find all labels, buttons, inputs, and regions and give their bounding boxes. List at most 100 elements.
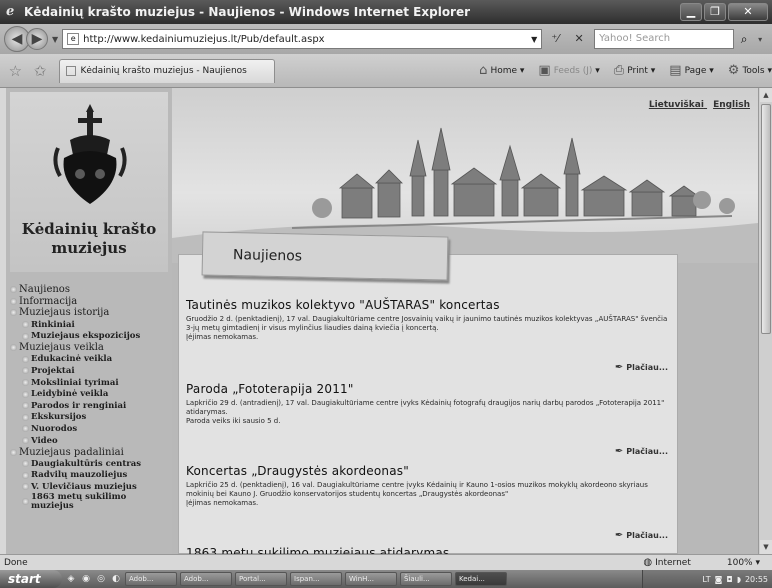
- address-dropdown-icon[interactable]: ▼: [527, 35, 541, 44]
- bullet-icon: [22, 460, 29, 468]
- lang-link-lithuanian[interactable]: Lietuviškai: [649, 100, 704, 110]
- tools-menu-button[interactable]: ⚙ Tools ▾: [728, 63, 772, 78]
- feeds-icon: ▣: [538, 63, 551, 78]
- page-menu-button[interactable]: ▤ Page ▾: [669, 63, 713, 78]
- scroll-up-icon[interactable]: ▲: [760, 88, 772, 102]
- forward-button[interactable]: ▶: [26, 28, 48, 50]
- sidebar-item-label: Rinkiniai: [31, 319, 75, 330]
- task-buttons: Adob... Adob... Portal... Ispan... WinH... Ši…: [122, 572, 507, 586]
- taskbar-button[interactable]: Ispan...: [290, 572, 342, 586]
- tray-icon[interactable]: ◙: [715, 575, 723, 584]
- zoom-level[interactable]: 100% ▾: [727, 558, 760, 568]
- pen-icon: ✒: [614, 530, 624, 541]
- scroll-thumb[interactable]: [761, 104, 771, 334]
- taskbar-button[interactable]: Adob...: [125, 572, 177, 586]
- vertical-scrollbar[interactable]: ▲ ▼: [758, 88, 772, 554]
- search-input[interactable]: Yahoo! Search: [594, 29, 735, 49]
- sidebar-item[interactable]: Moksliniai tyrimai: [10, 377, 168, 389]
- minimize-button[interactable]: ▁: [680, 3, 702, 21]
- site-title[interactable]: Kėdainių krašto muziejus: [10, 220, 168, 258]
- pen-icon: ✒: [614, 446, 624, 457]
- quicklaunch-icon[interactable]: ◐: [110, 574, 122, 584]
- taskbar-button[interactable]: Adob...: [180, 572, 232, 586]
- security-zone[interactable]: ◍ Internet: [643, 557, 690, 568]
- sidebar-item-label: Nuorodos: [31, 423, 78, 434]
- sidebar-item-label: Edukacinė veikla: [31, 354, 113, 365]
- sidebar-item-label: Radvilų mauzoliejus: [31, 470, 128, 481]
- sidebar-item[interactable]: Muziejaus istorija: [10, 307, 168, 319]
- search-icon[interactable]: ⌕: [734, 29, 754, 49]
- sidebar-item[interactable]: Nuorodos: [10, 423, 168, 435]
- tray-icon[interactable]: ◘: [726, 575, 732, 584]
- taskbar-button[interactable]: Šiauli...: [400, 572, 452, 586]
- tab-current[interactable]: Kėdainių krašto muziejus - Naujienos: [59, 58, 276, 83]
- bullet-icon: [22, 437, 29, 445]
- sidebar-item[interactable]: V. Ulevičiaus muziejus: [10, 481, 168, 493]
- sidebar-item[interactable]: Daugiakultūris centras: [10, 458, 168, 470]
- quicklaunch-icon[interactable]: ◎: [95, 574, 107, 584]
- bullet-icon: [22, 379, 29, 387]
- news-title[interactable]: Koncertas „Draugystės akordeonas": [186, 464, 672, 478]
- language-indicator[interactable]: LT: [702, 575, 710, 584]
- sidebar-item[interactable]: Muziejaus veikla: [10, 342, 168, 354]
- news-item: Tautinės muzikos kolektyvo "AUŠTARAS" ko…: [186, 298, 672, 378]
- tray-icon[interactable]: ◗: [737, 575, 741, 584]
- taskbar-button[interactable]: WinH...: [345, 572, 397, 586]
- sidebar-item[interactable]: Edukacinė veikla: [10, 354, 168, 366]
- museum-crest-logo[interactable]: [50, 100, 130, 210]
- sidebar-item[interactable]: Rinkiniai: [10, 319, 168, 331]
- search-options-icon[interactable]: ▾: [758, 35, 762, 44]
- more-link[interactable]: ✒ Plačiau...: [615, 446, 668, 457]
- title-bar: ℯ Kėdainių krašto muziejus - Naujienos -…: [0, 0, 772, 24]
- tab-title: Kėdainių krašto muziejus - Naujienos: [80, 66, 247, 76]
- print-button[interactable]: ⎙ Print ▾: [614, 63, 656, 78]
- more-link[interactable]: ✒ Plačiau...: [615, 530, 668, 541]
- taskbar-button[interactable]: Kedai...: [455, 572, 507, 586]
- sidebar-item[interactable]: Muziejaus ekspozicijos: [10, 330, 168, 342]
- quicklaunch-icon[interactable]: ◈: [65, 574, 77, 584]
- news-body: Gruodžio 2 d. (penktadienį), 17 val. Dau…: [186, 315, 668, 332]
- url-text[interactable]: http://www.kedainiumuziejus.lt/Pub/defau…: [83, 34, 527, 45]
- address-bar[interactable]: e http://www.kedainiumuziejus.lt/Pub/def…: [62, 29, 543, 49]
- sidebar-item-label: Muziejaus istorija: [19, 307, 110, 319]
- lang-link-english[interactable]: English: [713, 100, 750, 110]
- sidebar-item[interactable]: Informacija: [10, 296, 168, 308]
- section-heading: Naujienos: [232, 247, 303, 265]
- side-menu: Naujienos Informacija Muziejaus istorija Ri…: [10, 284, 168, 511]
- compatibility-icon[interactable]: ⁺⁄: [544, 29, 566, 49]
- start-button[interactable]: start: [0, 570, 62, 588]
- favorites-star-icon[interactable]: ☆: [6, 62, 25, 80]
- sidebar-item[interactable]: Leidybinė veikla: [10, 388, 168, 400]
- feeds-button[interactable]: ▣ Feeds (J) ▾: [538, 63, 599, 78]
- sidebar-item[interactable]: Video: [10, 435, 168, 447]
- history-dropdown-icon[interactable]: ▼: [52, 35, 58, 44]
- sidebar-item[interactable]: Naujienos: [10, 284, 168, 296]
- bullet-icon: [10, 286, 17, 294]
- quicklaunch-icon[interactable]: ◉: [80, 574, 92, 584]
- sidebar-item[interactable]: Muziejaus padaliniai: [10, 446, 168, 458]
- stop-button[interactable]: ✕: [568, 29, 590, 49]
- scroll-down-icon[interactable]: ▼: [760, 540, 772, 554]
- globe-icon: ◍: [643, 557, 653, 568]
- sidebar-item-label: Ekskursijos: [31, 412, 87, 423]
- home-button[interactable]: ⌂ Home ▾: [479, 63, 524, 78]
- system-tray: LT ◙ ◘ ◗ 20:55: [642, 570, 772, 588]
- close-button[interactable]: ✕: [728, 3, 768, 21]
- sidebar-item[interactable]: Radvilų mauzoliejus: [10, 470, 168, 482]
- sidebar-item[interactable]: Parodos ir renginiai: [10, 400, 168, 412]
- taskbar-button[interactable]: Portal...: [235, 572, 287, 586]
- news-title[interactable]: 1863 metų sukilimo muziejaus atidarymas: [186, 546, 672, 554]
- sidebar-item[interactable]: Projektai: [10, 365, 168, 377]
- sidebar-item-label: Informacija: [19, 295, 78, 307]
- news-title[interactable]: Paroda „Fototerapija 2011": [186, 382, 672, 396]
- news-title[interactable]: Tautinės muzikos kolektyvo "AUŠTARAS" ko…: [186, 298, 672, 312]
- sidebar-item-label: Video: [31, 435, 58, 446]
- maximize-button[interactable]: ❐: [704, 3, 726, 21]
- news-item: Paroda „Fototerapija 2011" Lapkričio 29 …: [186, 382, 672, 462]
- more-link[interactable]: ✒ Plačiau...: [615, 362, 668, 373]
- page-viewport: Kėdainių krašto muziejus Naujienos Inform…: [6, 88, 758, 554]
- add-favorites-icon[interactable]: ✩: [31, 62, 50, 80]
- logo-panel: Kėdainių krašto muziejus: [10, 92, 168, 272]
- sidebar-item[interactable]: 1863 metų sukilimo muziejus: [10, 492, 168, 511]
- sidebar-item[interactable]: Ekskursijos: [10, 412, 168, 424]
